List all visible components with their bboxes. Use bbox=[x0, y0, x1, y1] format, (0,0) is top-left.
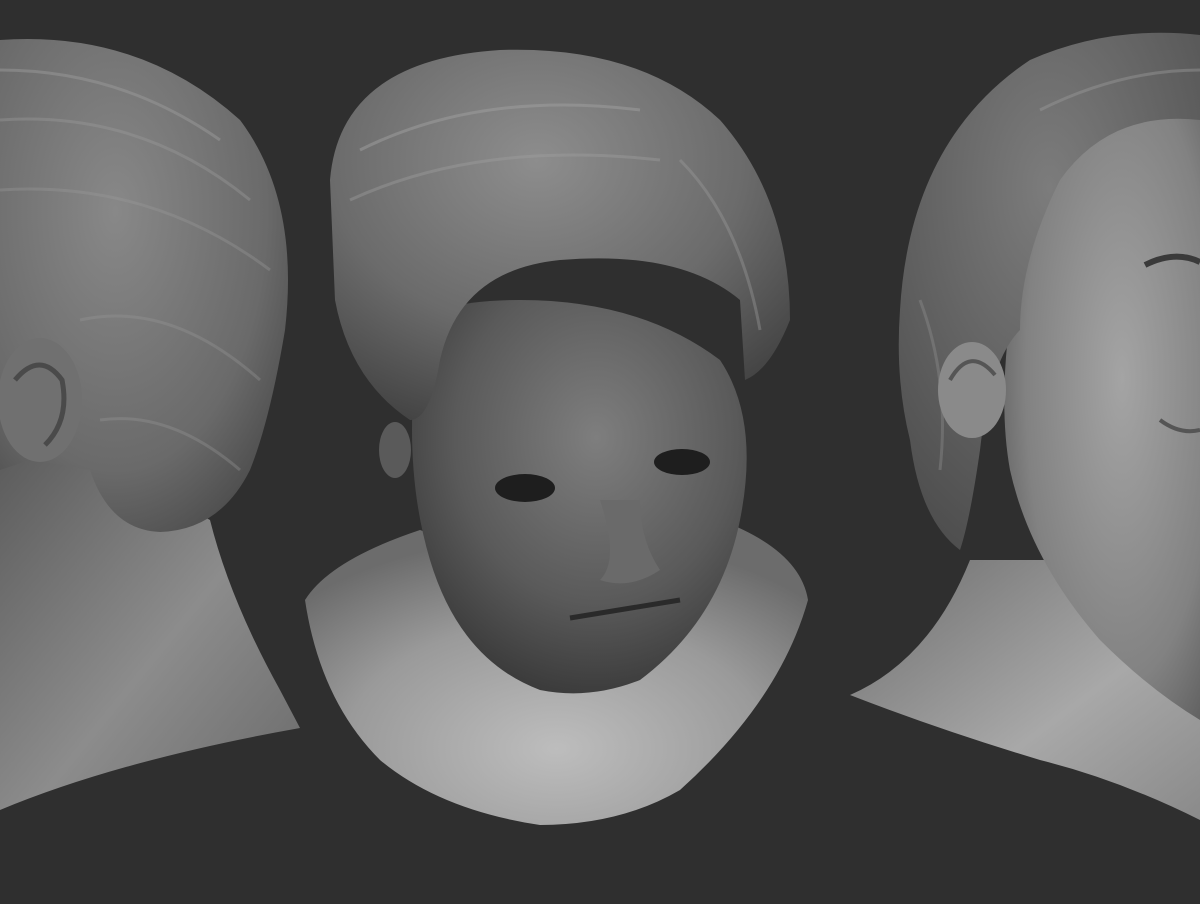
ear-icon bbox=[379, 422, 411, 478]
ear-icon bbox=[0, 338, 82, 462]
right-bust-view bbox=[850, 32, 1200, 820]
right-eye-icon bbox=[654, 449, 710, 475]
sculpt-viewport bbox=[0, 0, 1200, 904]
left-bust-view bbox=[0, 39, 300, 810]
ear-icon bbox=[938, 342, 1006, 438]
left-eye-icon bbox=[495, 474, 555, 502]
center-bust-view bbox=[305, 49, 808, 825]
clay-bust-render bbox=[0, 32, 1200, 825]
